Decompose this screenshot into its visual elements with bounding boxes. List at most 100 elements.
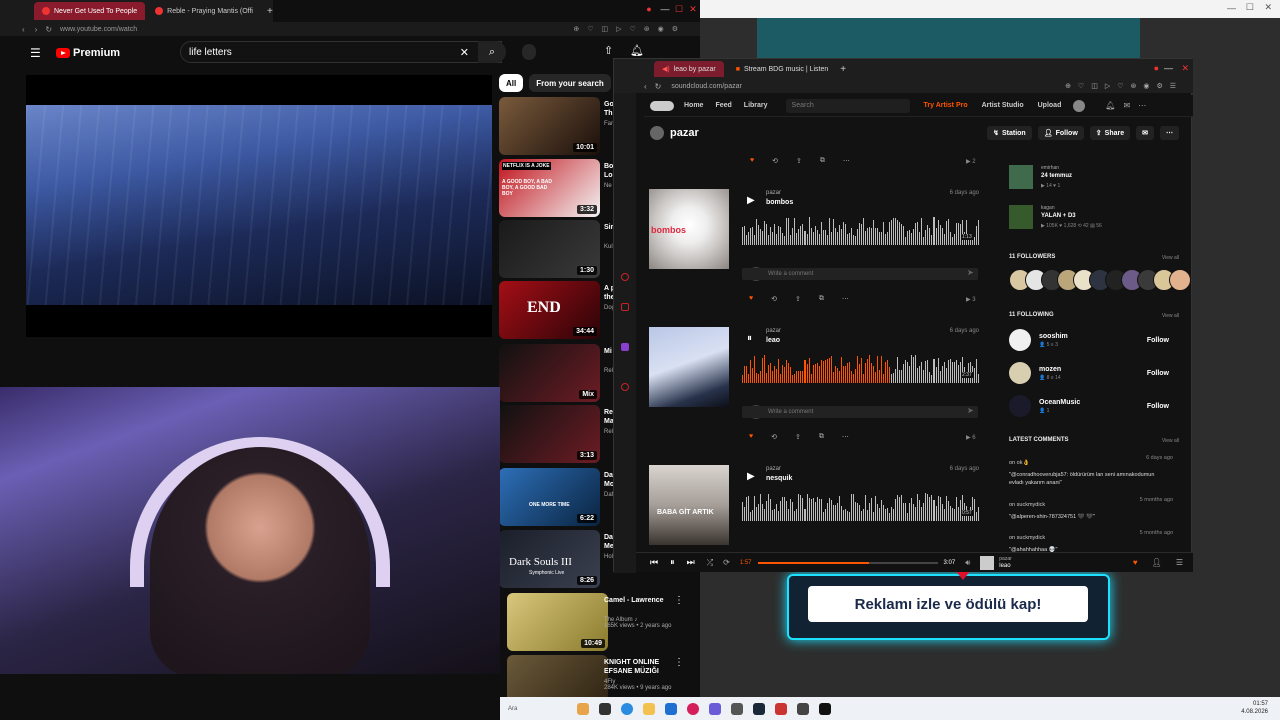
follow-icon[interactable]: 👤︎ <box>1152 558 1162 567</box>
repost-item[interactable]: emirhan 24 temmuz ▶ 14 ♥ 1 <box>1009 165 1179 195</box>
more-options-icon[interactable]: ⋮ <box>674 595 684 606</box>
yt-logo[interactable]: Premium <box>56 47 120 59</box>
like-icon[interactable]: ♥ <box>750 157 754 165</box>
nav-home[interactable]: Home <box>684 102 703 109</box>
repeat-icon[interactable]: ⟳ <box>723 558 730 567</box>
sidebar-icon[interactable] <box>621 303 629 311</box>
minimize-icon[interactable]: — <box>660 4 670 14</box>
track-artwork[interactable]: BABA GİT ARTIK <box>649 465 729 545</box>
like-icon[interactable]: ♥ <box>1133 558 1138 567</box>
waveform[interactable] <box>742 493 979 521</box>
video-thumbnail[interactable]: Dark Souls III Symphonic Live 8:26 <box>499 530 600 588</box>
now-playing-title[interactable]: leao <box>999 563 1012 570</box>
video-title[interactable]: Camel - Lawrence <box>604 596 674 605</box>
search-button[interactable]: ⌕ <box>478 41 506 63</box>
back-icon[interactable]: ‹ <box>22 25 25 34</box>
sidebar-icon[interactable] <box>621 273 629 281</box>
message-button[interactable]: ✉ <box>1136 126 1154 140</box>
forward-icon[interactable]: ↻ <box>655 82 662 91</box>
view-all-followers[interactable]: View all <box>1162 255 1179 261</box>
repost-item[interactable]: kagan YALAN + D3 ▶ 105K ♥ 1,628 ⟲ 42 ▤ 56 <box>1009 205 1179 235</box>
now-playing-art[interactable] <box>980 555 995 570</box>
following-avatar[interactable] <box>1009 395 1031 417</box>
station-button[interactable]: ↯ Station <box>987 126 1032 140</box>
yt-tab[interactable]: Reble - Praying Mantis (Offi <box>147 2 261 20</box>
track-user[interactable]: pazar <box>766 190 781 196</box>
sidebar-icon[interactable] <box>621 383 629 391</box>
follower-avatar[interactable] <box>1169 269 1191 291</box>
record-icon[interactable]: ● <box>1154 63 1159 73</box>
track-user[interactable]: pazar <box>766 466 781 472</box>
queue-icon[interactable]: ☰ <box>1176 558 1183 567</box>
try-pro-link[interactable]: Try Artist Pro <box>924 102 968 109</box>
following-name[interactable]: OceanMusic <box>1039 399 1080 406</box>
close-icon[interactable]: ✕ <box>1181 63 1189 74</box>
maximize-icon[interactable]: ☐ <box>1246 2 1254 13</box>
taskbar-app-icon[interactable] <box>577 702 590 715</box>
share-icon[interactable]: ⇪ <box>795 295 801 303</box>
video-thumbnail[interactable]: NETFLIX IS A JOKE A GOOD BOY, A BAD BOY, … <box>499 159 600 217</box>
soundcloud-logo-icon[interactable] <box>650 100 674 111</box>
system-clock[interactable]: 01:57 4.08.2026 <box>1241 700 1268 716</box>
artist-studio-link[interactable]: Artist Studio <box>982 102 1024 109</box>
sc-tab-active[interactable]: ◀) leao by pazar <box>654 61 724 77</box>
follow-button[interactable]: 👤︎ Follow <box>1037 126 1084 140</box>
following-name[interactable]: sooshim <box>1039 333 1068 340</box>
clear-search-icon[interactable]: ✕ <box>460 46 469 59</box>
send-icon[interactable]: ➤ <box>967 406 974 415</box>
following-avatar[interactable] <box>1009 329 1031 351</box>
more-icon[interactable]: ⋯ <box>842 433 849 441</box>
taskbar-app-icon[interactable] <box>731 702 744 715</box>
taskbar-app-icon[interactable] <box>599 702 612 715</box>
waveform[interactable] <box>742 217 979 245</box>
video-thumbnail[interactable]: 10:01 <box>499 97 600 155</box>
copy-icon[interactable]: ⧉ <box>820 157 825 165</box>
back-icon[interactable]: ‹ <box>644 82 647 91</box>
notification-icons[interactable]: 🔔︎✉⋯ <box>1105 101 1154 110</box>
follow-user-button[interactable]: Follow <box>1147 403 1169 410</box>
taskbar-app-icon[interactable] <box>665 702 678 715</box>
taskbar-app-icon[interactable] <box>775 702 788 715</box>
mic-icon[interactable] <box>522 44 536 60</box>
video-thumbnail[interactable]: END 34:44 <box>499 281 600 339</box>
chip-from-search[interactable]: From your search <box>529 74 611 92</box>
new-tab-icon[interactable]: + <box>267 6 273 17</box>
waveform[interactable] <box>742 355 979 383</box>
chip-all[interactable]: All <box>499 74 524 92</box>
copy-icon[interactable]: ⧉ <box>819 433 824 441</box>
comment-input[interactable]: Write a comment <box>742 268 978 280</box>
share-button[interactable]: ⇪ Share <box>1089 126 1131 140</box>
copy-icon[interactable]: ⧉ <box>819 295 824 303</box>
upload-icon[interactable]: ⇧ <box>604 44 613 57</box>
following-avatar[interactable] <box>1009 362 1031 384</box>
track-artwork[interactable] <box>649 327 729 407</box>
volume-icon[interactable]: 🔊︎ <box>965 558 970 568</box>
video-thumbnail[interactable]: ONE MORE TIME 6:22 <box>499 468 600 526</box>
comment-item[interactable]: on suckmydick 5 months ago "@ahahhahhaa 💀" <box>1009 530 1179 554</box>
like-icon[interactable]: ♥ <box>749 295 753 303</box>
taskbar-search[interactable]: Ara <box>508 706 517 712</box>
edge-icon[interactable] <box>621 702 634 715</box>
comment-item[interactable]: on ok👌 6 days ago "@conradhooverubja57: öl… <box>1009 455 1179 487</box>
repost-icon[interactable]: ⟲ <box>771 433 777 441</box>
track-user[interactable]: pazar <box>766 328 781 334</box>
video-thumbnail[interactable]: Mix <box>499 344 600 402</box>
avatar[interactable] <box>1073 99 1086 112</box>
url-text[interactable]: soundcloud.com/pazar <box>671 83 741 90</box>
steam-icon[interactable] <box>753 702 766 715</box>
minimize-icon[interactable]: — <box>1227 3 1236 13</box>
url-text[interactable]: www.youtube.com/watch <box>60 26 137 33</box>
search-input[interactable]: life letters ✕ <box>180 41 502 63</box>
previous-icon[interactable]: ⏮ <box>650 557 658 568</box>
new-tab-icon[interactable]: + <box>840 64 846 75</box>
nav-library[interactable]: Library <box>744 102 768 109</box>
share-icon[interactable]: ⇪ <box>795 433 801 441</box>
browser-toolbar-icons[interactable]: ⊕♡◫▷♡⊛◉⚙ <box>573 25 686 33</box>
play-icon[interactable]: ▶ <box>747 195 755 206</box>
follow-user-button[interactable]: Follow <box>1147 370 1169 377</box>
view-all-comments[interactable]: View all <box>1162 438 1179 444</box>
minimize-icon[interactable]: — <box>1164 63 1173 73</box>
hamburger-icon[interactable]: ☰ <box>30 46 41 60</box>
video-thumbnail[interactable]: 3:13 <box>499 405 600 463</box>
nav-feed[interactable]: Feed <box>715 102 731 109</box>
